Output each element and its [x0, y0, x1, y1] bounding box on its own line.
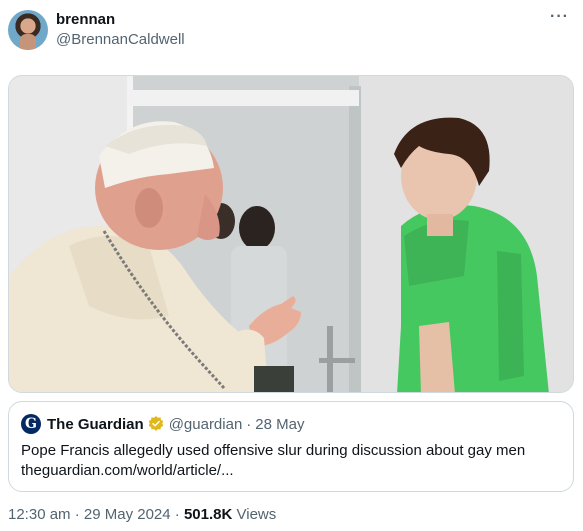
author-names: brennan @BrennanCaldwell	[56, 10, 185, 50]
tweet-photo[interactable]	[8, 75, 574, 393]
meta-separator: ·	[174, 506, 180, 523]
quoted-link[interactable]: theguardian.com/world/article/...	[21, 461, 561, 481]
quoted-date[interactable]: 28 May	[255, 416, 304, 433]
photo-illustration	[9, 76, 573, 392]
author-display-name[interactable]: brennan	[56, 10, 185, 29]
quoted-headline: Pope Francis allegedly used offensive sl…	[21, 442, 526, 459]
views-label: Views	[236, 506, 277, 523]
quoted-tweet-header: G The Guardian @guardian · 28 May	[21, 414, 305, 434]
quoted-separator: ·	[246, 415, 252, 433]
meta-separator: ·	[74, 506, 80, 523]
more-options-icon[interactable]: ···	[550, 8, 569, 26]
tweet-date[interactable]: 29 May 2024	[84, 506, 171, 523]
quoted-tweet-text: Pope Francis allegedly used offensive sl…	[21, 441, 561, 481]
tweet-time[interactable]: 12:30 am	[8, 506, 71, 523]
guardian-logo-icon[interactable]: G	[21, 414, 41, 434]
author-avatar[interactable]	[8, 10, 48, 50]
quoted-tweet-card[interactable]: G The Guardian @guardian · 28 May Pope F…	[8, 401, 574, 492]
views-count: 501.8K	[183, 506, 233, 523]
tweet-header: brennan @BrennanCaldwell ···	[8, 8, 575, 52]
verified-badge-icon	[148, 416, 163, 431]
tweet-meta: 12:30 am · 29 May 2024 · 501.8K Views	[8, 506, 276, 523]
quoted-source-name[interactable]: The Guardian	[47, 416, 144, 433]
author-handle[interactable]: @BrennanCaldwell	[56, 30, 185, 50]
quoted-handle[interactable]: @guardian	[169, 416, 243, 433]
